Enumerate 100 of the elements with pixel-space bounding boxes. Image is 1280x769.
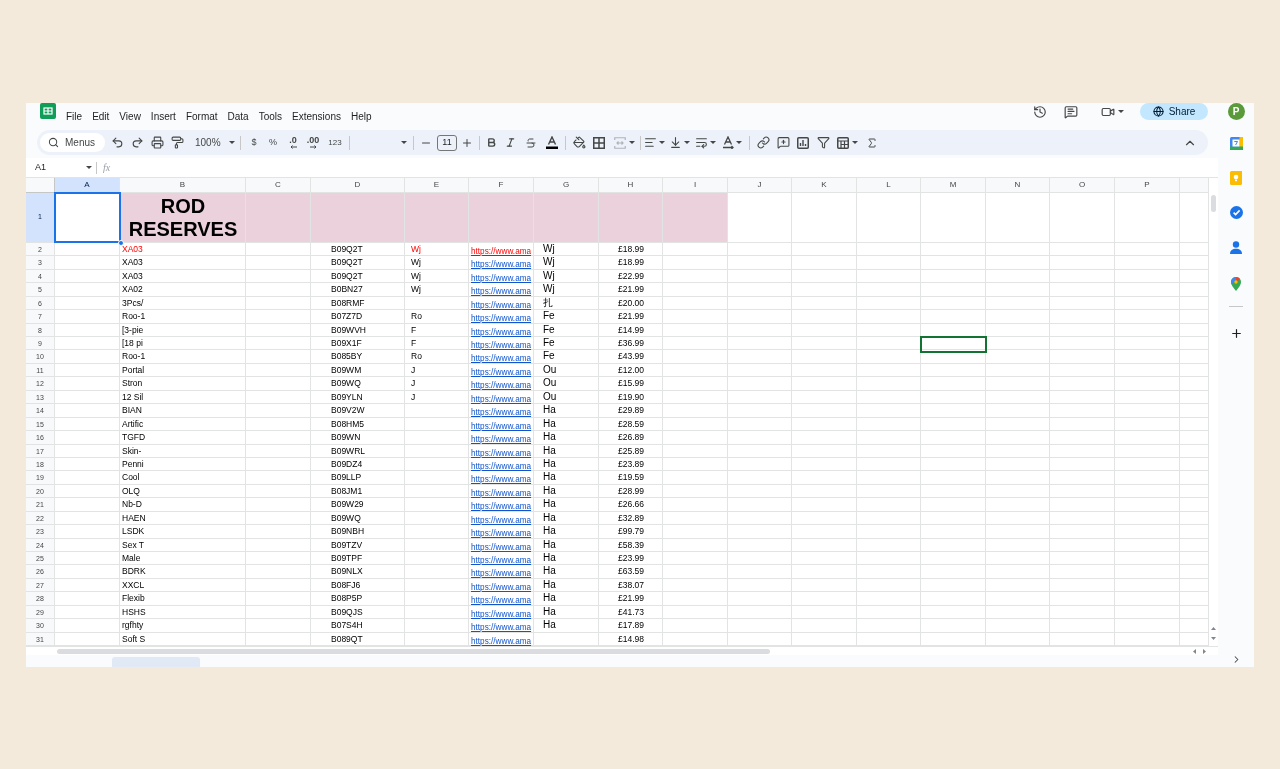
plus-icon[interactable] — [461, 136, 473, 149]
link[interactable]: https://www.ama — [471, 502, 532, 511]
horizontal-scrollbar[interactable] — [26, 646, 1218, 655]
borders-icon[interactable] — [593, 136, 605, 149]
column-header[interactable]: E — [405, 178, 469, 193]
column-header[interactable]: F — [469, 178, 534, 193]
share-button[interactable]: Share — [1140, 103, 1208, 120]
calendar-icon[interactable] — [1229, 137, 1243, 150]
menu-item[interactable]: Edit — [92, 111, 110, 123]
increase-decimal-button[interactable]: .00 — [303, 133, 323, 152]
percent-format-button[interactable]: % — [263, 133, 283, 152]
column-header[interactable]: K — [792, 178, 857, 193]
link[interactable]: https://www.ama — [471, 381, 532, 390]
column-header[interactable]: J — [728, 178, 792, 193]
link[interactable]: https://www.ama — [471, 583, 532, 592]
caret-icon — [228, 141, 235, 144]
sigma-icon[interactable] — [866, 136, 878, 149]
scroll-up-icon[interactable] — [1211, 627, 1216, 630]
scrollbar-thumb[interactable] — [1211, 195, 1216, 212]
link[interactable]: https://www.ama — [471, 328, 532, 337]
column-header[interactable]: L — [857, 178, 921, 193]
zoom-dropdown[interactable]: 100% — [187, 133, 236, 152]
link[interactable]: https://www.ama — [471, 395, 532, 404]
menu-item[interactable]: Data — [227, 111, 249, 123]
link[interactable]: https://www.ama — [471, 529, 532, 538]
italic-icon[interactable] — [504, 137, 516, 148]
menu-item[interactable]: View — [119, 111, 141, 123]
table-cell-text: B09X1F — [330, 337, 363, 350]
bold-icon[interactable] — [485, 137, 497, 148]
scroll-down-icon[interactable] — [1211, 637, 1216, 640]
link[interactable]: https://www.ama — [471, 462, 532, 471]
add-icon[interactable] — [1229, 327, 1243, 340]
selected-cell[interactable] — [54, 192, 121, 243]
link[interactable]: https://www.ama — [471, 475, 532, 484]
currency-format-button[interactable]: $ — [245, 133, 263, 152]
menu-item[interactable]: Format — [185, 111, 218, 123]
link-icon[interactable] — [756, 136, 770, 149]
link[interactable]: https://www.ama — [471, 301, 532, 310]
scrollbar-thumb[interactable] — [57, 648, 770, 654]
link[interactable]: https://www.ama — [471, 449, 532, 458]
paint-format-icon[interactable] — [170, 136, 184, 149]
undo-icon[interactable] — [110, 136, 124, 149]
column-header[interactable]: C — [246, 178, 311, 193]
filter-icon[interactable] — [816, 136, 830, 149]
person-icon[interactable] — [1230, 241, 1242, 254]
history-icon[interactable] — [1033, 104, 1047, 119]
menu-item[interactable]: File — [66, 111, 83, 123]
redo-icon[interactable] — [130, 136, 144, 149]
column-header[interactable]: G — [534, 178, 599, 193]
menu-item[interactable]: Help — [350, 111, 372, 123]
link[interactable]: https://www.ama — [471, 247, 532, 256]
column-header[interactable]: M — [921, 178, 986, 193]
link[interactable]: https://www.ama — [471, 543, 532, 552]
link[interactable]: https://www.ama — [471, 274, 532, 283]
link[interactable]: https://www.ama — [471, 422, 532, 431]
link[interactable]: https://www.ama — [471, 314, 532, 323]
menu-item[interactable]: Tools — [258, 111, 283, 123]
column-header[interactable]: D — [311, 178, 405, 193]
menu-item[interactable]: Insert — [150, 111, 176, 123]
scroll-left-icon[interactable] — [1193, 648, 1196, 654]
check-circle-icon[interactable] — [1229, 206, 1243, 219]
link[interactable]: https://www.ama — [471, 287, 532, 296]
table-cell-text: B085BY — [330, 350, 364, 363]
search-menus-field[interactable]: Menus — [40, 133, 105, 152]
link[interactable]: https://www.ama — [471, 260, 532, 269]
text-color-icon[interactable] — [546, 136, 558, 149]
link[interactable]: https://www.ama — [471, 368, 532, 377]
vertical-scrollbar[interactable] — [1208, 178, 1218, 646]
strikethrough-icon[interactable] — [525, 136, 537, 149]
number-format-button[interactable]: 123 — [323, 133, 347, 152]
link[interactable]: https://www.ama — [471, 408, 532, 417]
chart-icon[interactable] — [797, 136, 809, 149]
add-comment-icon[interactable] — [776, 136, 790, 149]
link[interactable]: https://www.ama — [471, 354, 532, 363]
column-header[interactable]: I — [663, 178, 728, 193]
fill-color-icon[interactable] — [572, 136, 586, 149]
map-pin-icon[interactable] — [1231, 277, 1241, 291]
link[interactable]: https://www.ama — [471, 596, 532, 605]
link[interactable]: https://www.ama — [471, 341, 532, 350]
column-header[interactable]: H — [599, 178, 663, 193]
link[interactable]: https://www.ama — [471, 610, 532, 619]
link[interactable]: https://www.ama — [471, 569, 532, 578]
name-box[interactable]: A1 — [35, 159, 92, 176]
link[interactable]: https://www.ama — [471, 556, 532, 565]
column-header[interactable]: P — [1115, 178, 1180, 193]
link[interactable]: https://www.ama — [471, 637, 532, 646]
column-header[interactable]: O — [1050, 178, 1115, 193]
link[interactable]: https://www.ama — [471, 435, 532, 444]
link[interactable]: https://www.ama — [471, 489, 532, 498]
column-header[interactable]: B — [120, 178, 246, 193]
print-icon[interactable] — [150, 136, 164, 149]
comments-icon[interactable] — [1064, 104, 1078, 119]
decrease-decimal-button[interactable]: .0 — [283, 133, 303, 152]
font-size-field[interactable]: 11 — [437, 134, 457, 151]
spreadsheet-logo-icon[interactable] — [40, 103, 56, 119]
scroll-right-icon[interactable] — [1203, 648, 1206, 654]
column-header[interactable]: N — [986, 178, 1050, 193]
menu-item[interactable]: Extensions — [292, 111, 341, 123]
link[interactable]: https://www.ama — [471, 516, 532, 525]
link[interactable]: https://www.ama — [471, 623, 532, 632]
